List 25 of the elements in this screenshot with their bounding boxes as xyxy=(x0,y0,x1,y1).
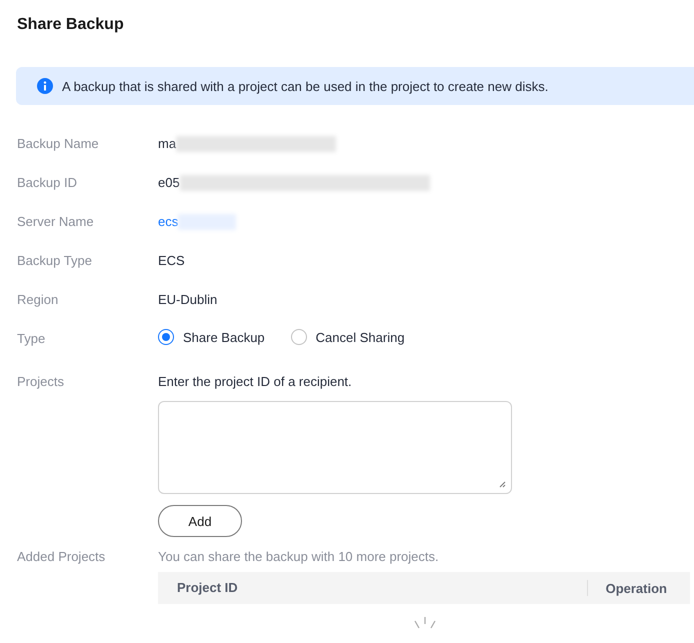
server-link[interactable]: ecs xyxy=(158,214,178,229)
field-value: ma xyxy=(158,136,176,151)
field-label: Type xyxy=(17,330,46,348)
field-label: Backup Type xyxy=(17,252,93,270)
add-button[interactable]: Add xyxy=(158,505,242,537)
notice-text: A backup that is shared with a project can be used in the project to create new disks. xyxy=(62,78,548,94)
field-label: Added Projects xyxy=(17,548,106,566)
dialog-title: Share Backup xyxy=(17,16,125,34)
quota-note: You can share the backup with 10 more projects. xyxy=(158,549,439,564)
hint-text: Enter the project ID of a recipient. xyxy=(158,374,352,389)
info-icon xyxy=(37,78,53,94)
project-id-field[interactable] xyxy=(158,401,512,494)
column-header: Project ID xyxy=(158,580,588,596)
resize-grip-icon[interactable] xyxy=(498,480,506,488)
field-value: e05 xyxy=(158,175,180,190)
field-label: Server Name xyxy=(17,213,95,231)
radio-option[interactable]: Share Backup xyxy=(158,329,265,345)
field-label: Backup Name xyxy=(17,135,100,153)
column-header: Operation xyxy=(604,580,668,596)
field-value: ECS xyxy=(158,253,185,268)
field-value: EU-Dublin xyxy=(158,292,218,307)
field-label: Backup ID xyxy=(17,174,78,192)
field-label: Region xyxy=(17,291,60,309)
radio-option[interactable]: Cancel Sharing xyxy=(290,329,405,345)
field-label: Projects xyxy=(17,373,65,391)
